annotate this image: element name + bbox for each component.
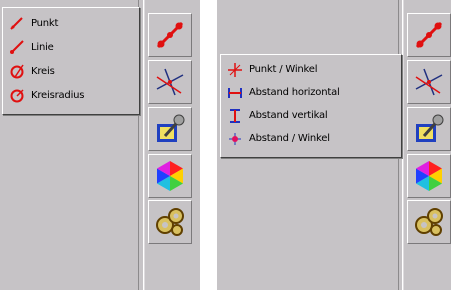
pencil-pad-icon <box>157 114 185 142</box>
distance-angle-icon <box>229 132 241 145</box>
menu-item-abstand-winkel[interactable]: Abstand / Winkel <box>223 127 399 150</box>
menu-item-label: Kreisradius <box>31 89 85 101</box>
menu-item-label: Kreis <box>31 65 55 77</box>
pencil-pad-icon <box>416 114 444 142</box>
color-tool-button[interactable] <box>407 154 451 198</box>
menu-item-label: Abstand horizontal <box>249 87 340 98</box>
vertical-toolbar <box>402 0 451 290</box>
draw-tool-button[interactable] <box>407 13 451 57</box>
left-panel: Punkt Linie Kreis Kreisradius <box>0 0 200 290</box>
circle-radius-pencil-icon <box>10 89 24 103</box>
menu-item-abstand-horizontal[interactable]: Abstand horizontal <box>223 81 399 104</box>
menu-item-punkt-winkel[interactable]: Punkt / Winkel <box>223 58 399 81</box>
color-hexagon-icon <box>157 161 183 191</box>
menu-item-label: Abstand / Winkel <box>249 133 330 144</box>
line-pencil-icon <box>10 40 24 54</box>
vertical-toolbar <box>143 0 196 290</box>
red-line-points-icon <box>156 21 184 49</box>
circle-pencil-icon <box>10 64 24 79</box>
vertical-distance-icon <box>230 108 240 123</box>
red-line-points-icon <box>415 21 443 49</box>
menu-item-label: Abstand vertikal <box>249 110 328 121</box>
construct-tool-button[interactable] <box>148 60 192 104</box>
gears-icon <box>415 208 443 236</box>
settings-tool-button[interactable] <box>148 200 192 244</box>
menu-item-label: Punkt <box>31 17 59 29</box>
right-panel: Punkt / Winkel Abstand horizontal Abstan… <box>217 0 451 290</box>
horizontal-distance-icon <box>228 87 242 98</box>
menu-item-kreis[interactable]: Kreis <box>5 59 137 83</box>
point-pencil-icon <box>10 17 23 30</box>
draw-popup-menu: Punkt Linie Kreis Kreisradius <box>2 7 140 115</box>
point-angle-icon <box>228 62 242 77</box>
color-tool-button[interactable] <box>148 154 192 198</box>
menu-item-label: Linie <box>31 41 54 53</box>
intersecting-lines-icon <box>156 68 184 96</box>
menu-item-punkt[interactable]: Punkt <box>5 11 137 35</box>
construct-popup-menu: Punkt / Winkel Abstand horizontal Abstan… <box>220 54 402 158</box>
edit-tool-button[interactable] <box>407 107 451 151</box>
draw-tool-button[interactable] <box>148 13 192 57</box>
menu-item-abstand-vertikal[interactable]: Abstand vertikal <box>223 104 399 127</box>
intersecting-lines-icon <box>415 68 443 96</box>
menu-item-kreisradius[interactable]: Kreisradius <box>5 83 137 107</box>
menu-item-linie[interactable]: Linie <box>5 35 137 59</box>
edit-tool-button[interactable] <box>148 107 192 151</box>
construct-tool-button[interactable] <box>407 60 451 104</box>
settings-tool-button[interactable] <box>407 200 451 244</box>
menu-item-label: Punkt / Winkel <box>249 64 318 75</box>
color-hexagon-icon <box>416 161 442 191</box>
gears-icon <box>156 208 184 236</box>
